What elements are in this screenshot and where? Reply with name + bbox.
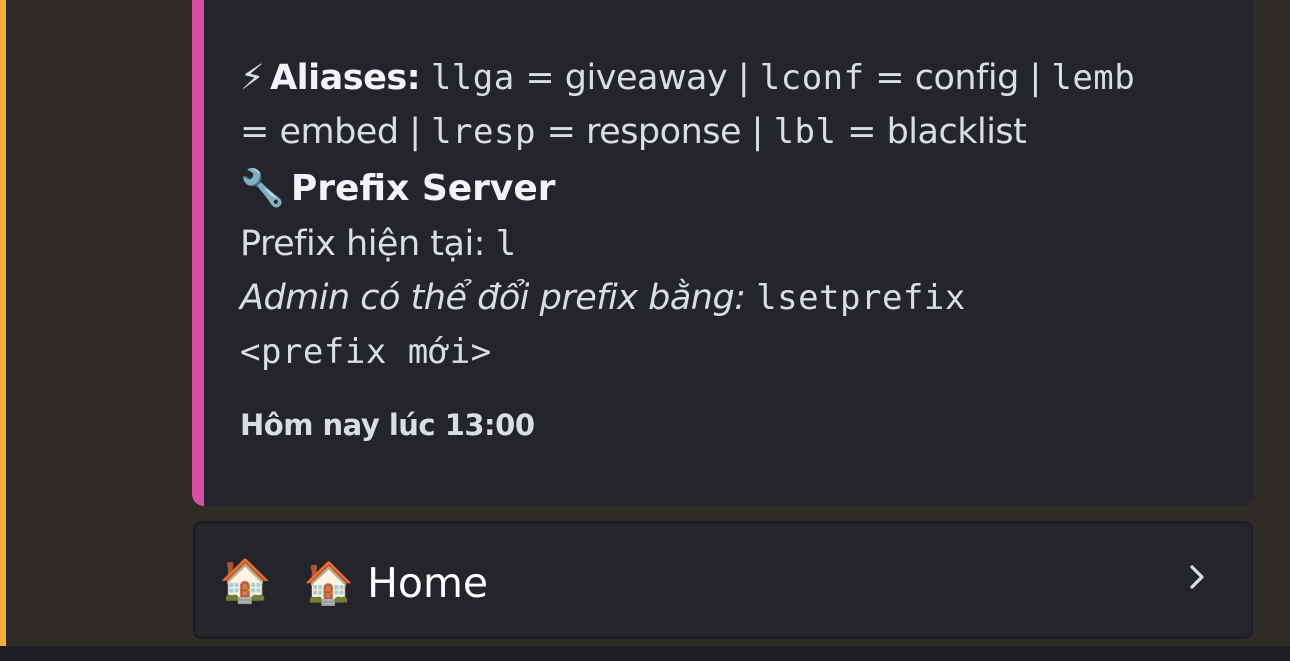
alias-cmd: lresp bbox=[431, 112, 536, 152]
prefix-title-text: Prefix Server bbox=[290, 168, 556, 209]
alias-cmd: llga bbox=[430, 58, 515, 98]
aliases-line-2: = embed | lresp = response | lbl = black… bbox=[240, 112, 1027, 152]
current-prefix-line: Prefix hiện tại: l bbox=[240, 217, 1200, 271]
admin-hint-text: Admin có thể đổi prefix bằng: bbox=[240, 278, 746, 318]
setprefix-argument: <prefix mới> bbox=[240, 332, 492, 372]
alias-name: response bbox=[586, 112, 742, 152]
house-icon: 🏠 bbox=[219, 556, 272, 605]
wrench-icon: 🔧 bbox=[240, 168, 285, 209]
aliases-line-1: ⚡ Aliases: llga = giveaway | lconf = conf… bbox=[240, 51, 1200, 105]
alias-name: giveaway bbox=[564, 58, 728, 98]
chevron-right-icon[interactable] bbox=[1185, 565, 1209, 589]
admin-hint-line-2: <prefix mới> bbox=[240, 325, 1200, 379]
bot-embed: ⚡ Aliases: llga = giveaway | lconf = conf… bbox=[192, 0, 1253, 506]
mention-highlight-bar bbox=[0, 0, 6, 646]
current-prefix-label: Prefix hiện tại: bbox=[240, 224, 485, 264]
embed-timestamp: Hôm nay lúc 13:00 bbox=[240, 408, 535, 442]
prefix-section-title: 🔧 Prefix Server bbox=[240, 161, 1200, 217]
alias-name: blacklist bbox=[886, 112, 1027, 152]
alias-cmd: lconf bbox=[759, 58, 865, 98]
alias-cmd: lemb bbox=[1051, 58, 1136, 98]
message-input-area-edge bbox=[0, 646, 1290, 661]
alias-cmd: lbl bbox=[773, 112, 837, 152]
lightning-icon: ⚡ bbox=[240, 58, 265, 98]
admin-hint-line: Admin có thể đổi prefix bằng: lsetprefix bbox=[240, 271, 1200, 325]
alias-name: embed bbox=[279, 112, 399, 152]
embed-body: ⚡ Aliases: llga = giveaway | lconf = conf… bbox=[240, 51, 1200, 442]
current-prefix-value: l bbox=[495, 224, 517, 264]
aliases-label: Aliases: bbox=[270, 58, 421, 98]
alias-name: config bbox=[914, 58, 1020, 98]
select-menu-home[interactable]: 🏠 🏠 Home bbox=[193, 521, 1253, 639]
setprefix-command: lsetprefix bbox=[756, 278, 966, 318]
embed-accent-bar bbox=[192, 0, 204, 506]
select-menu-label: 🏠 Home bbox=[303, 559, 489, 607]
